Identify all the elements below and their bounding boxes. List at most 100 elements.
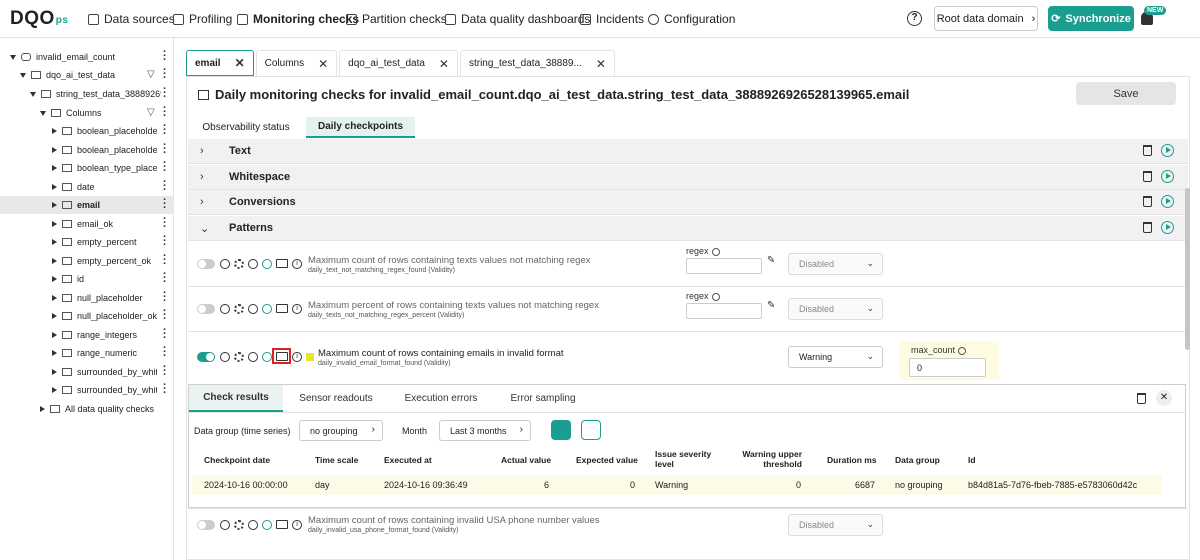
run-checks-icon[interactable] (1161, 170, 1174, 183)
help-icon[interactable]: ? (907, 11, 922, 26)
more-options-icon[interactable]: · · · (163, 269, 167, 288)
more-options-icon[interactable]: · · · (163, 65, 167, 84)
tree-connection[interactable]: invalid_email_count · · · (0, 47, 174, 66)
delete-icon[interactable] (1143, 171, 1152, 182)
expand-icon[interactable] (52, 258, 57, 264)
tree-column[interactable]: surrounded_by_whitesp··· (0, 380, 174, 399)
expand-icon[interactable] (52, 276, 57, 282)
close-icon[interactable]: ✕ (596, 57, 606, 71)
tree-column[interactable]: id · · · (0, 269, 174, 288)
table-row[interactable]: 2024-10-16 00:00:00 day 2024-10-16 09:36… (192, 475, 1162, 495)
run-checks-icon[interactable] (1161, 195, 1174, 208)
clock-icon[interactable] (248, 352, 258, 362)
tree-column[interactable]: empty_percent · · · (0, 232, 174, 251)
more-options-icon[interactable]: · · · (163, 103, 167, 122)
record-icon[interactable] (220, 259, 230, 269)
close-icon[interactable]: ✕ (439, 57, 449, 71)
more-options-icon[interactable]: · · · (163, 214, 167, 233)
tree-columns-folder[interactable]: Columns ▽ · · · (0, 103, 174, 122)
expand-icon[interactable] (52, 147, 57, 153)
tree-all-checks[interactable]: All data quality checks (0, 400, 174, 418)
enable-toggle[interactable] (197, 352, 215, 362)
tab-columns[interactable]: Columns ✕ (255, 50, 338, 76)
more-options-icon[interactable]: · · · (163, 177, 167, 196)
tab-observability-status[interactable]: Observability status (194, 117, 298, 138)
expand-icon[interactable] (52, 313, 57, 319)
table-view-icon[interactable] (551, 420, 571, 440)
results-icon[interactable] (276, 304, 288, 313)
category-conversions[interactable]: › Conversions (188, 190, 1188, 215)
info-icon[interactable]: i (292, 352, 302, 362)
expand-icon[interactable] (52, 221, 57, 227)
tab-sensor-readouts[interactable]: Sensor readouts (289, 385, 383, 412)
data-group-select[interactable]: no grouping › (299, 420, 383, 441)
tree-column[interactable]: boolean_placeholder · · · (0, 121, 174, 140)
synchronize-button[interactable]: ⟳ Synchronize (1048, 6, 1134, 31)
nav-profiling[interactable]: Profiling (173, 0, 232, 38)
category-whitespace[interactable]: › Whitespace (188, 165, 1188, 190)
tree-column-selected[interactable]: email · · · (0, 195, 174, 214)
more-options-icon[interactable]: · · · (163, 47, 167, 66)
tree-column[interactable]: boolean_type_placeholde··· (0, 158, 174, 177)
severity-dropdown[interactable]: Disabled ⌄ (788, 253, 883, 275)
clock-icon[interactable] (248, 304, 258, 314)
delete-icon[interactable] (1143, 145, 1152, 156)
enable-toggle[interactable] (197, 520, 215, 530)
expand-icon[interactable] (52, 202, 57, 208)
gear-icon[interactable] (234, 352, 244, 362)
record-icon[interactable] (220, 304, 230, 314)
run-check-icon[interactable] (262, 352, 272, 362)
close-icon[interactable]: ✕ (318, 57, 328, 71)
more-options-icon[interactable]: · · · (163, 232, 167, 251)
dqops-logo[interactable]: DQOps (10, 8, 68, 30)
more-options-icon[interactable]: · · · (163, 195, 167, 214)
filter-icon[interactable]: ▽ (147, 107, 155, 118)
more-options-icon[interactable]: · · · (163, 380, 167, 399)
more-options-icon[interactable]: · · · (163, 84, 167, 103)
enable-toggle[interactable] (197, 259, 215, 269)
record-icon[interactable] (220, 352, 230, 362)
expand-icon[interactable] (52, 165, 57, 171)
expand-icon[interactable] (40, 406, 45, 412)
root-data-domain-button[interactable]: Root data domain › (934, 6, 1038, 31)
run-check-icon[interactable] (262, 304, 272, 314)
expand-icon[interactable] (52, 239, 57, 245)
results-icon[interactable] (276, 520, 288, 529)
expand-icon[interactable] (52, 128, 57, 134)
nav-partition-checks[interactable]: Partition checks (346, 0, 447, 38)
edit-icon[interactable]: ✎ (767, 255, 775, 266)
close-icon[interactable]: ✕ (1156, 390, 1172, 406)
category-patterns[interactable]: ⌄ Patterns (188, 216, 1188, 241)
expand-icon[interactable] (30, 91, 36, 97)
regex-input[interactable] (686, 258, 762, 274)
clock-icon[interactable] (248, 259, 258, 269)
nav-data-sources[interactable]: Data sources (88, 0, 175, 38)
more-options-icon[interactable]: · · · (163, 251, 167, 270)
max-count-input[interactable]: 0 (909, 358, 986, 377)
tab-schema[interactable]: dqo_ai_test_data ✕ (339, 50, 458, 76)
severity-dropdown[interactable]: Disabled ⌄ (788, 298, 883, 320)
more-options-icon[interactable]: · · · (163, 140, 167, 159)
run-checks-icon[interactable] (1161, 144, 1174, 157)
expand-icon[interactable] (52, 369, 57, 375)
enable-toggle[interactable] (197, 304, 215, 314)
nav-configuration[interactable]: Configuration (648, 0, 735, 38)
expand-icon[interactable] (20, 72, 26, 78)
tree-column[interactable]: range_numeric · · · (0, 343, 174, 362)
info-icon[interactable]: i (292, 304, 302, 314)
save-button[interactable]: Save (1076, 82, 1176, 105)
run-check-icon[interactable] (262, 520, 272, 530)
delete-icon[interactable] (1143, 196, 1152, 207)
gear-icon[interactable] (234, 304, 244, 314)
tree-table[interactable]: string_test_data_388892692 · · · (0, 84, 174, 103)
severity-dropdown[interactable]: Warning ⌄ (788, 346, 883, 368)
tab-daily-checkpoints[interactable]: Daily checkpoints (306, 117, 415, 138)
results-icon[interactable] (276, 352, 288, 361)
run-check-icon[interactable] (262, 259, 272, 269)
more-options-icon[interactable]: · · · (163, 288, 167, 307)
delete-icon[interactable] (1143, 222, 1152, 233)
tab-table[interactable]: string_test_data_38889... ✕ (459, 50, 615, 76)
chart-view-icon[interactable] (581, 420, 601, 440)
month-select[interactable]: Last 3 months › (439, 420, 531, 441)
clock-icon[interactable] (248, 520, 258, 530)
